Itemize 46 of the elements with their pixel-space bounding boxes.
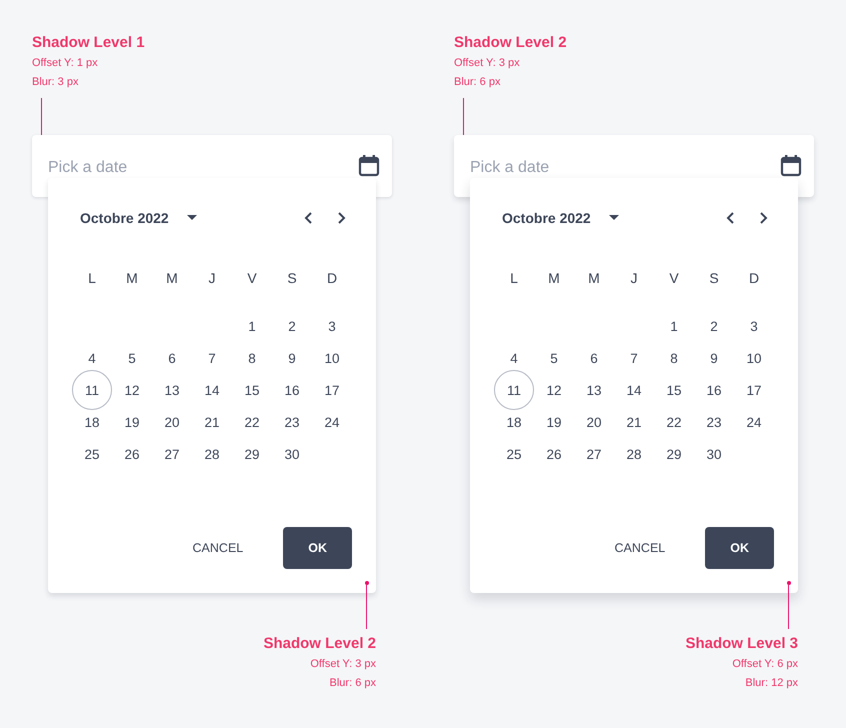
month-selector[interactable]: Octobre 2022 — [494, 210, 619, 226]
annotation-text: Offset Y: 1 px — [32, 56, 98, 71]
weekday-label: S — [287, 270, 297, 286]
caret-icon — [608, 215, 619, 221]
weekday-label: D — [326, 270, 338, 286]
chevron-right-icon[interactable] — [758, 211, 768, 225]
annotation-title: Shadow Level 3 — [685, 634, 798, 654]
annotation-title: Shadow Level 2 — [454, 33, 567, 53]
chevron-left-icon[interactable] — [304, 211, 314, 225]
weekday-label: M — [126, 270, 138, 286]
calendar-day[interactable]: 11 — [494, 370, 534, 410]
chevron-right-icon[interactable] — [336, 211, 346, 225]
annotation-text: Offset Y: 6 px — [732, 657, 798, 672]
calendar-icon[interactable] — [780, 154, 802, 178]
date-input[interactable]: Pick a date — [470, 158, 780, 176]
annotation-title: Shadow Level 2 — [263, 634, 376, 654]
annotation-text: Offset Y: 3 px — [310, 657, 376, 672]
weekday-label: D — [748, 270, 760, 286]
annotation-text: Blur: 6 px — [330, 676, 376, 691]
calendar-icon[interactable] — [358, 154, 380, 178]
weekday-label: J — [208, 270, 216, 286]
weekday-label: L — [510, 270, 518, 286]
cancel-button[interactable]: CANCEL — [156, 527, 280, 569]
weekday-label: J — [630, 270, 638, 286]
annotation-text: Offset Y: 3 px — [454, 56, 520, 71]
caret-icon — [186, 215, 197, 221]
weekday-label: V — [247, 270, 257, 286]
month-selector[interactable]: Octobre 2022 — [72, 210, 197, 226]
annotation-text: Blur: 12 px — [745, 676, 798, 691]
weekday-label: M — [588, 270, 600, 286]
weekday-label: V — [669, 270, 679, 286]
weekday-label: M — [166, 270, 178, 286]
annotation-title: Shadow Level 1 — [32, 33, 145, 53]
leader-line — [364, 581, 369, 629]
weekday-label: S — [709, 270, 719, 286]
annotation-text: Blur: 3 px — [32, 75, 78, 90]
chevron-left-icon[interactable] — [726, 211, 736, 225]
date-input[interactable]: Pick a date — [48, 158, 358, 176]
ok-button[interactable]: OK — [705, 527, 774, 569]
calendar-day[interactable]: 11 — [72, 370, 112, 410]
annotation-text: Blur: 6 px — [454, 75, 500, 90]
weekday-label: M — [548, 270, 560, 286]
leader-line — [786, 581, 791, 629]
cancel-button[interactable]: CANCEL — [578, 527, 702, 569]
ok-button[interactable]: OK — [283, 527, 352, 569]
weekday-label: L — [88, 270, 96, 286]
